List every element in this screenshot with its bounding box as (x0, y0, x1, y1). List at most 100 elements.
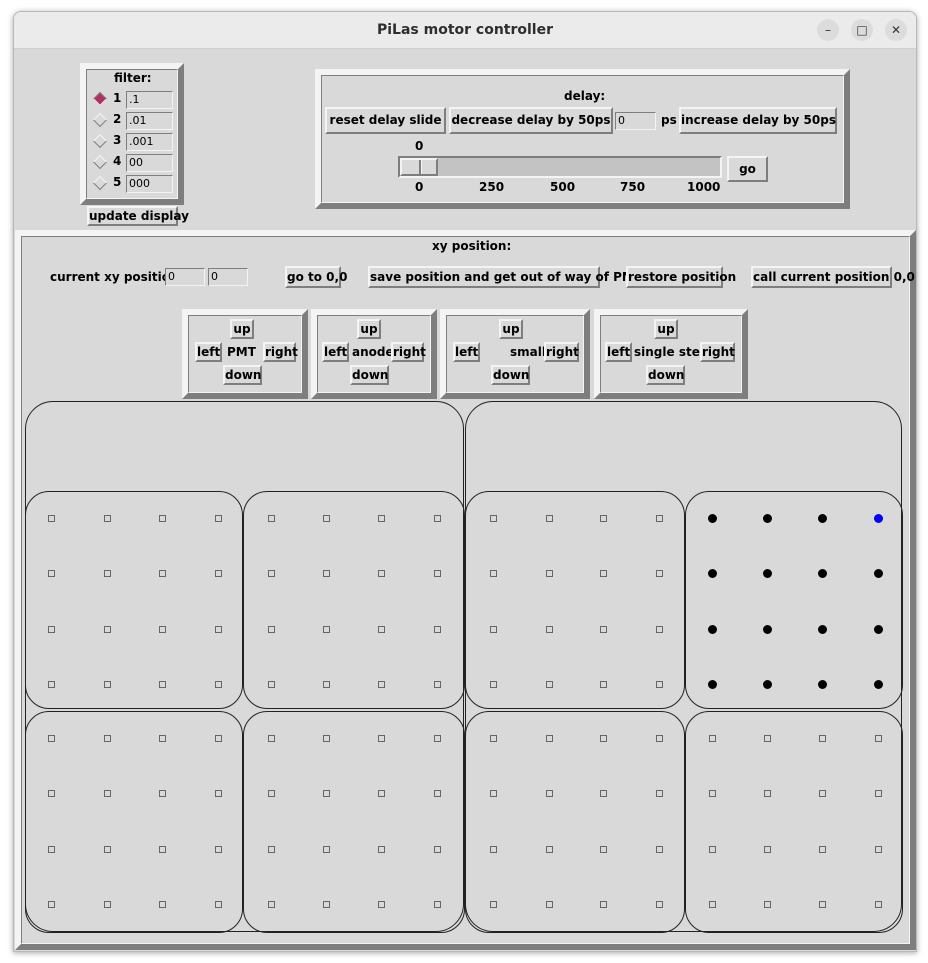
grid-point[interactable] (545, 514, 553, 522)
pad-4-left-button[interactable]: left (605, 342, 632, 362)
grid-point[interactable] (708, 900, 716, 908)
grid-point[interactable] (489, 625, 497, 633)
grid-point-filled[interactable] (873, 679, 883, 689)
grid-point-filled[interactable] (762, 513, 772, 523)
grid-point[interactable] (158, 625, 166, 633)
grid-point[interactable] (763, 789, 771, 797)
grid-point[interactable] (433, 514, 441, 522)
grid-point[interactable] (267, 845, 275, 853)
grid-point[interactable] (377, 625, 385, 633)
grid-point[interactable] (377, 789, 385, 797)
grid-point-filled[interactable] (817, 624, 827, 634)
grid-point[interactable] (545, 569, 553, 577)
grid-point[interactable] (433, 625, 441, 633)
grid-point[interactable] (267, 625, 275, 633)
grid-point[interactable] (322, 625, 330, 633)
grid-point[interactable] (818, 734, 826, 742)
restore-position-button[interactable]: restore position (626, 266, 736, 288)
grid-point[interactable] (874, 900, 882, 908)
grid-point[interactable] (103, 680, 111, 688)
grid-point[interactable] (818, 845, 826, 853)
grid-point-filled[interactable] (817, 679, 827, 689)
grid-point[interactable] (655, 734, 663, 742)
grid-point[interactable] (377, 514, 385, 522)
grid-point[interactable] (214, 569, 222, 577)
grid-point-filled[interactable] (762, 624, 772, 634)
grid-point[interactable] (214, 734, 222, 742)
grid-point[interactable] (433, 789, 441, 797)
grid-point[interactable] (377, 900, 385, 908)
pad-3-right-button[interactable]: right (544, 342, 579, 362)
goto-origin-button[interactable]: go to 0,0 (285, 266, 347, 288)
pad-3-left-button[interactable]: left (453, 342, 480, 362)
grid-point[interactable] (47, 680, 55, 688)
grid-point[interactable] (214, 680, 222, 688)
grid-point[interactable] (47, 569, 55, 577)
grid-point[interactable] (545, 734, 553, 742)
grid-point[interactable] (599, 734, 607, 742)
pad-4-right-button[interactable]: right (700, 342, 735, 362)
pad-4-down-button[interactable]: down (646, 365, 685, 385)
grid-point[interactable] (818, 900, 826, 908)
grid-point[interactable] (708, 845, 716, 853)
grid-point[interactable] (655, 680, 663, 688)
grid-point[interactable] (545, 845, 553, 853)
grid-point-filled[interactable] (707, 513, 717, 523)
pad-2-left-button[interactable]: left (322, 342, 349, 362)
grid-point[interactable] (214, 625, 222, 633)
grid-point[interactable] (489, 789, 497, 797)
grid-point[interactable] (47, 734, 55, 742)
grid-point[interactable] (763, 900, 771, 908)
grid-point[interactable] (377, 569, 385, 577)
grid-point[interactable] (322, 680, 330, 688)
grid-point[interactable] (47, 789, 55, 797)
grid-point[interactable] (433, 734, 441, 742)
grid-point[interactable] (708, 734, 716, 742)
grid-point[interactable] (103, 734, 111, 742)
grid-point[interactable] (545, 680, 553, 688)
grid-point[interactable] (322, 900, 330, 908)
grid-point[interactable] (103, 789, 111, 797)
increase-delay-button[interactable]: increase delay by 50ps (679, 107, 837, 134)
grid-point[interactable] (599, 900, 607, 908)
grid-point[interactable] (763, 845, 771, 853)
grid-point[interactable] (545, 900, 553, 908)
grid-point[interactable] (599, 514, 607, 522)
filter-value-4[interactable]: 00 (126, 154, 173, 172)
pad-2-down-button[interactable]: down (350, 365, 389, 385)
grid-point[interactable] (489, 514, 497, 522)
grid-point[interactable] (655, 625, 663, 633)
grid-point[interactable] (377, 680, 385, 688)
grid-point[interactable] (158, 514, 166, 522)
grid-point[interactable] (158, 680, 166, 688)
grid-point-filled[interactable] (762, 568, 772, 578)
close-button[interactable]: ✕ (885, 19, 907, 41)
delay-input[interactable]: 0 (615, 112, 656, 130)
save-position-button[interactable]: save position and get out of way of PMT (368, 266, 642, 288)
grid-point[interactable] (433, 680, 441, 688)
grid-point-selected[interactable] (873, 513, 883, 523)
grid-point[interactable] (158, 789, 166, 797)
grid-point[interactable] (322, 789, 330, 797)
grid-point[interactable] (103, 514, 111, 522)
grid-point[interactable] (599, 680, 607, 688)
grid-point-filled[interactable] (817, 568, 827, 578)
reset-delay-button[interactable]: reset delay slide (325, 107, 446, 134)
grid-point[interactable] (103, 569, 111, 577)
grid-point[interactable] (489, 734, 497, 742)
grid-point[interactable] (874, 734, 882, 742)
grid-point[interactable] (214, 514, 222, 522)
grid-point[interactable] (158, 569, 166, 577)
pad-3-down-button[interactable]: down (491, 365, 530, 385)
grid-point-filled[interactable] (707, 679, 717, 689)
grid-point[interactable] (322, 845, 330, 853)
filter-value-3[interactable]: .001 (126, 133, 173, 151)
grid-point[interactable] (322, 734, 330, 742)
pad-1-down-button[interactable]: down (223, 365, 262, 385)
grid-point-filled[interactable] (873, 624, 883, 634)
grid-point[interactable] (103, 900, 111, 908)
pad-1-left-button[interactable]: left (195, 342, 222, 362)
grid-point[interactable] (47, 625, 55, 633)
current-x-input[interactable]: 0 (165, 268, 205, 286)
grid-point-filled[interactable] (707, 624, 717, 634)
